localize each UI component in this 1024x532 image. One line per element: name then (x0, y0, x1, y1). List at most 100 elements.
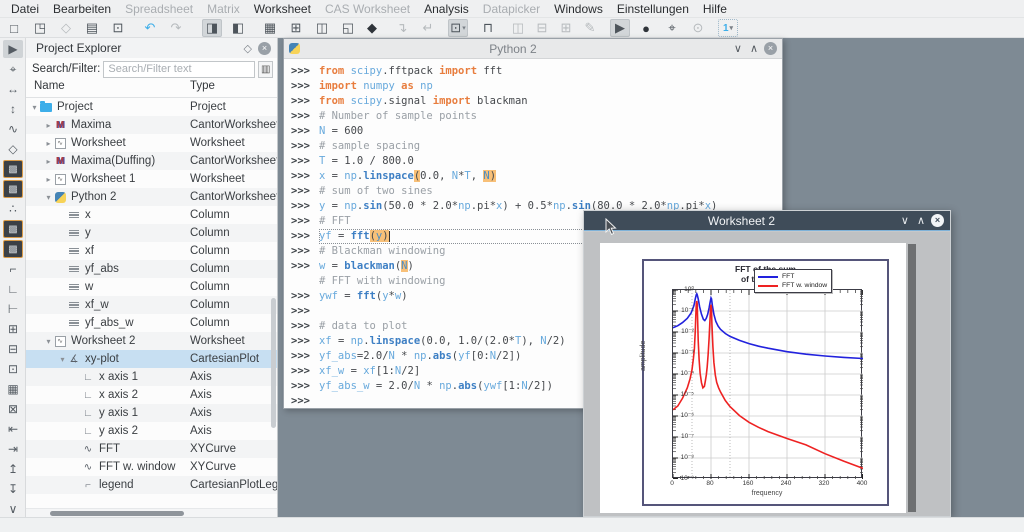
maximize-icon[interactable]: ∧ (917, 214, 925, 227)
tree-row-xy-plot[interactable]: ▾∡xy-plotCartesianPlot (26, 350, 277, 368)
console-line[interactable]: >>># sample spacing (291, 139, 782, 154)
tree-row-fft[interactable]: ∿FFTXYCurve (26, 440, 277, 458)
pointer-mode-icon[interactable]: ▶ (610, 19, 630, 37)
plot-template-4-icon[interactable]: ▩ (3, 240, 23, 258)
tree-row-maxima[interactable]: ▸MMaximaCantorWorksheet (26, 116, 277, 134)
expander-icon[interactable]: ▸ (44, 157, 53, 166)
tree-row-w[interactable]: wColumn (26, 278, 277, 296)
plot-legend[interactable]: FFTFFT w. window (754, 269, 832, 293)
touch-mode-icon[interactable]: ● (636, 19, 656, 37)
column-header-name[interactable]: Name (26, 80, 190, 97)
plot-template-1-icon[interactable]: ▩ (3, 160, 23, 178)
print-icon[interactable]: ▤ (82, 19, 102, 37)
console-line[interactable]: >>>from scipy.fftpack import fft (291, 64, 782, 79)
zoom-in-region-icon[interactable]: ⊞ (3, 320, 23, 338)
new-project-icon[interactable]: □ (4, 19, 24, 37)
tree-row-x[interactable]: xColumn (26, 206, 277, 224)
pan-left-icon[interactable]: ⇤ (3, 420, 23, 438)
close-icon[interactable]: × (764, 42, 777, 55)
menu-worksheet[interactable]: Worksheet (247, 0, 318, 18)
new-matrix-icon[interactable]: ⊞ (286, 19, 306, 37)
tree-row-y[interactable]: yColumn (26, 224, 277, 242)
worksheet-vertical-scrollbar[interactable] (908, 244, 916, 512)
expander-icon[interactable]: ▸ (44, 175, 53, 184)
expander-icon[interactable]: ▾ (30, 103, 39, 112)
tree-row-xf[interactable]: xfColumn (26, 242, 277, 260)
zoom-fit-icon[interactable]: ⊙ (688, 19, 708, 37)
tree-row-worksheet-1[interactable]: ▸∿Worksheet 1Worksheet (26, 170, 277, 188)
worksheet-page[interactable]: FFT of the sum of two sines amplitude fr… (600, 243, 906, 513)
open-project-icon[interactable]: ◳ (30, 19, 50, 37)
close-panel-icon[interactable]: × (258, 42, 271, 55)
console-line[interactable]: >>>x = np.linspace(0.0, N*T, N) (291, 169, 782, 184)
plot-axes-area[interactable] (672, 289, 862, 478)
view-resize-icon[interactable]: ⊠ (3, 400, 23, 418)
v-zoom-tool-icon[interactable]: ↕ (3, 100, 23, 118)
tree-row-yf-abs-w[interactable]: yf_abs_wColumn (26, 314, 277, 332)
tree-row-y-axis-2[interactable]: ∟y axis 2Axis (26, 422, 277, 440)
menu-datei[interactable]: Datei (4, 0, 46, 18)
zoom-select-icon[interactable]: ⌖ (662, 19, 682, 37)
console-line[interactable]: >>>from scipy.signal import blackman (291, 94, 782, 109)
tree-vertical-scrollbar[interactable] (271, 298, 276, 428)
menu-matrix[interactable]: Matrix (200, 0, 247, 18)
tree-row-python-2[interactable]: ▾Python 2CantorWorksheet (26, 188, 277, 206)
undo-icon[interactable]: ↶ (140, 19, 160, 37)
split-vertical-icon[interactable]: ◫ (508, 19, 528, 37)
console-line[interactable]: >>>import numpy as np (291, 79, 782, 94)
scrollbar-thumb[interactable] (50, 511, 184, 516)
tree-row-x-axis-2[interactable]: ∟x axis 2Axis (26, 386, 277, 404)
python-window-titlebar[interactable]: Python 2 ∨ ∧ × (284, 39, 782, 59)
new-datapicker-icon[interactable]: ◧ (228, 19, 248, 37)
dropdown-arrow-icon[interactable]: ▾ (730, 24, 734, 32)
expander-icon[interactable]: ▾ (58, 355, 67, 364)
scatter-template-icon[interactable]: ∴ (3, 200, 23, 218)
tree-row-x-axis-1[interactable]: ∟x axis 1Axis (26, 368, 277, 386)
split-grid-icon[interactable]: ⊞ (556, 19, 576, 37)
new-spreadsheet-icon[interactable]: ▦ (260, 19, 280, 37)
tree-row-yf-abs[interactable]: yf_absColumn (26, 260, 277, 278)
worksheet-window-titlebar[interactable]: Worksheet 2 ∨ ∧ × (584, 211, 950, 231)
pan-up-icon[interactable]: ↥ (3, 460, 23, 478)
import-file-icon[interactable]: ↴ (392, 19, 412, 37)
text-frame-icon[interactable]: ⊓ (478, 19, 498, 37)
duplicate-icon[interactable]: ◫ (312, 19, 332, 37)
prism-tool-icon[interactable]: ◇ (3, 140, 23, 158)
new-worksheet-icon[interactable]: ◱ (338, 19, 358, 37)
close-icon[interactable]: × (931, 214, 944, 227)
tree-row-fft-w-window[interactable]: ∿FFT w. windowXYCurve (26, 458, 277, 476)
pointer-tool-icon[interactable]: ▶ (3, 40, 23, 58)
tree-row-worksheet-2[interactable]: ▾∿Worksheet 2Worksheet (26, 332, 277, 350)
fit-selection-icon[interactable]: ▦ (3, 380, 23, 398)
h-zoom-tool-icon[interactable]: ↔ (3, 80, 23, 98)
console-line[interactable]: >>>N = 600 (291, 124, 782, 139)
expander-icon[interactable]: ▸ (44, 139, 53, 148)
ink-droplet-icon[interactable]: ◆ (362, 19, 382, 37)
tree-row-worksheet[interactable]: ▸∿WorksheetWorksheet (26, 134, 277, 152)
axis-tool-3-icon[interactable]: ⊢ (3, 300, 23, 318)
zoom-out-region-icon[interactable]: ⊟ (3, 340, 23, 358)
expander-icon[interactable]: ▾ (44, 337, 53, 346)
menu-analysis[interactable]: Analysis (417, 0, 476, 18)
more-chevron-icon[interactable]: ∨ (3, 500, 23, 518)
maximize-icon[interactable]: ∧ (750, 42, 758, 55)
zoom-select-tool-icon[interactable]: ⌖ (3, 60, 23, 78)
menu-cas-worksheet[interactable]: CAS Worksheet (318, 0, 417, 18)
draw-pen-icon[interactable]: ✎ (580, 19, 600, 37)
console-line[interactable]: >>># Number of sample points (291, 109, 782, 124)
pan-down-icon[interactable]: ↧ (3, 480, 23, 498)
zoom-fit-region-icon[interactable]: ⊡ (3, 360, 23, 378)
tree-row-legend[interactable]: ⌐legendCartesianPlotLege... (26, 476, 277, 494)
plot-template-2-icon[interactable]: ▩ (3, 180, 23, 198)
float-panel-icon[interactable]: ◇ (244, 42, 252, 55)
menu-bearbeiten[interactable]: Bearbeiten (46, 0, 118, 18)
tree-row-xf-w[interactable]: xf_wColumn (26, 296, 277, 314)
axis-tool-1-icon[interactable]: ⌐ (3, 260, 23, 278)
plot-template-3-icon[interactable]: ▩ (3, 220, 23, 238)
console-line[interactable]: >>># sum of two sines (291, 184, 782, 199)
tree-row-maxima-duffing-[interactable]: ▸MMaxima(Duffing)CantorWorksheet (26, 152, 277, 170)
menu-spreadsheet[interactable]: Spreadsheet (118, 0, 200, 18)
curve-fft-w-window[interactable] (673, 301, 863, 468)
tree-row-y-axis-1[interactable]: ∟y axis 1Axis (26, 404, 277, 422)
print-preview-icon[interactable]: ⊡ (108, 19, 128, 37)
